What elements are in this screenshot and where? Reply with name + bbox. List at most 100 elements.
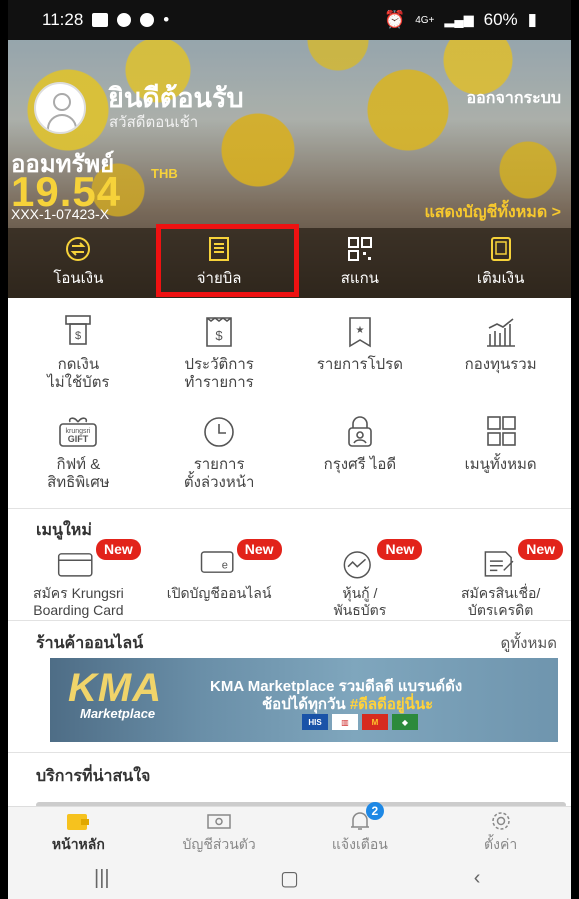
gallery-icon: [92, 13, 109, 27]
gift-icon: krungsri GIFT: [55, 412, 101, 452]
battery-icon: ▮: [527, 10, 537, 29]
home-button[interactable]: ▢: [259, 866, 319, 891]
services-title: บริการที่น่าสนใจ: [36, 768, 151, 785]
dot-icon: •: [163, 10, 170, 29]
new-menu-label-line2: บัตรเครดิต: [467, 602, 534, 618]
svg-text:$: $: [75, 330, 81, 342]
new-menu-grid: New สมัคร Krungsri Boarding Card e New เ…: [8, 539, 571, 619]
new-menu-label-line1: หุ้นกู้ /: [342, 585, 378, 601]
tab-label: บัญชีส่วนตัว: [182, 835, 256, 852]
menu-label-line1: ประวัติการ: [184, 356, 254, 373]
divider: [8, 508, 571, 509]
menu-transaction-history[interactable]: $ ประวัติการ ทำรายการ: [149, 312, 290, 392]
menu-label-line2: ทำรายการ: [184, 374, 254, 391]
balance-currency: THB: [151, 166, 178, 181]
recent-apps-button[interactable]: |||: [72, 867, 132, 890]
receipt-icon: $: [196, 312, 242, 352]
app-screen: 11:28 • ⏰ 4G+ ▂▄▆ 60% ▮ ยินดีต้อนรับ สวั…: [8, 0, 571, 899]
new-menu-label-line1: สมัครสินเชื่อ/: [460, 585, 541, 601]
banner-subline: ช้อปได้ทุกวัน #ดีลดีอยู่นี่นะ: [262, 696, 434, 713]
avatar[interactable]: [34, 82, 86, 134]
brand-logos: HIS ▥ M ◆: [302, 714, 418, 730]
menu-label-line2: สิทธิพิเศษ: [47, 474, 110, 491]
new-badge: New: [518, 539, 563, 560]
all-menu-icon: [478, 412, 524, 452]
svg-text:e: e: [222, 560, 228, 572]
topup-icon: [487, 236, 515, 262]
menu-scheduled-transactions[interactable]: รายการ ตั้งล่วงหน้า: [149, 412, 290, 492]
quick-action-label: โอนเงิน: [53, 270, 104, 287]
quick-action-topup[interactable]: เติมเงิน: [430, 228, 571, 298]
quick-action-transfer[interactable]: โอนเงิน: [8, 228, 149, 298]
new-badge: New: [377, 539, 423, 560]
menu-cardless-withdrawal[interactable]: $ กดเงิน ไม่ใช้บัตร: [8, 312, 149, 392]
menu-label-line1: รายการ: [193, 456, 245, 473]
menu-label-line1: รายการโปรด: [316, 356, 403, 373]
new-badge: New: [95, 539, 141, 560]
kma-marketplace-banner[interactable]: KMA Marketplace KMA Marketplace รวมดีลดี…: [50, 658, 558, 742]
loan-form-icon: [478, 545, 524, 581]
new-menu-label-line1: เปิดบัญชีออนไลน์: [166, 585, 272, 601]
line-icon: [140, 13, 155, 27]
menu-label-line1: กองทุนรวม: [464, 356, 537, 373]
kma-logo: KMA: [68, 666, 163, 710]
quick-action-scan[interactable]: สแกน: [290, 228, 431, 298]
android-nav-bar: ||| ▢ ‹: [8, 858, 571, 899]
menu-mutual-funds[interactable]: กองทุนรวม: [430, 312, 571, 392]
kma-logo-subtitle: Marketplace: [80, 706, 156, 721]
status-bar: 11:28 • ⏰ 4G+ ▂▄▆ 60% ▮: [8, 0, 571, 40]
bond-chart-icon: [337, 545, 383, 581]
qr-scan-icon: [346, 236, 374, 262]
new-menu-loan-credit-card[interactable]: New สมัครสินเชื่อ/ บัตรเครดิต: [430, 539, 571, 619]
account-number: XXX-1-07423-X: [11, 206, 110, 222]
transfer-icon: [64, 236, 92, 262]
tab-label: ตั้งค่า: [484, 835, 518, 852]
tab-label: แจ้งเตือน: [331, 835, 388, 852]
menu-label-line1: เมนูทั้งหมด: [464, 456, 537, 473]
menu-favorites[interactable]: ★ รายการโปรด: [290, 312, 431, 392]
new-menu-label-line1: สมัคร Krungsri: [33, 585, 124, 601]
new-menu-boarding-card[interactable]: New สมัคร Krungsri Boarding Card: [8, 539, 149, 619]
logout-link[interactable]: ออกจากระบบ: [467, 86, 561, 111]
online-shop-title: ร้านค้าออนไลน์: [36, 635, 144, 652]
card-icon: [55, 545, 101, 581]
atm-cardless-icon: $: [55, 312, 101, 352]
menu-gifts-privileges[interactable]: krungsri GIFT กิฟท์ & สิทธิพิเศษ: [8, 412, 149, 492]
tab-settings[interactable]: ตั้งค่า: [430, 807, 571, 858]
app-notification-icon: [117, 13, 132, 27]
mcdonalds-logo: M: [362, 714, 388, 730]
favorite-icon: ★: [337, 312, 383, 352]
menu-krungsri-id[interactable]: กรุงศรี ไอดี: [290, 412, 431, 492]
clock-icon: [196, 412, 242, 452]
new-menu-title: เมนูใหม่: [36, 522, 92, 539]
fund-icon: [478, 312, 524, 352]
money-icon: [205, 810, 233, 832]
new-menu-open-account[interactable]: e New เปิดบัญชีออนไลน์: [149, 539, 290, 619]
signal-icon: ▂▄▆: [444, 12, 474, 27]
quick-action-label: เติมเงิน: [476, 270, 525, 287]
show-all-accounts-link[interactable]: แสดงบัญชีทั้งหมด >: [424, 200, 561, 225]
tab-personal-account[interactable]: บัญชีส่วนตัว: [149, 807, 290, 858]
bottom-tab-bar: หน้าหลัก บัญชีส่วนตัว 2 แจ้งเตือน ตั้งค่…: [8, 801, 571, 858]
main-menu-grid: $ กดเงิน ไม่ใช้บัตร $ ประวัติการ ทำรายกา…: [8, 312, 571, 492]
menu-label-line1: กิฟท์ &: [56, 456, 101, 473]
menu-all-menus[interactable]: เมนูทั้งหมด: [430, 412, 571, 492]
bell-icon: 2: [346, 801, 384, 832]
e-account-icon: e: [196, 545, 242, 581]
clock: 11:28: [42, 10, 84, 29]
divider: [8, 752, 571, 753]
see-all-link[interactable]: ดูทั้งหมด: [501, 631, 557, 655]
avatar-body-icon: [47, 114, 77, 132]
new-menu-bonds[interactable]: New หุ้นกู้ / พันธบัตร: [290, 539, 431, 619]
svg-text:★: ★: [355, 325, 364, 336]
back-button[interactable]: ‹: [447, 867, 507, 890]
tab-notifications[interactable]: 2 แจ้งเตือน: [290, 801, 431, 858]
new-menu-label-line2: พันธบัตร: [333, 602, 387, 618]
network-type: 4G+: [415, 14, 435, 26]
menu-label-line2: ตั้งล่วงหน้า: [183, 474, 255, 491]
tab-home[interactable]: หน้าหลัก: [8, 807, 149, 858]
svg-text:$: $: [216, 328, 224, 343]
menu-label-line2: ไม่ใช้บัตร: [47, 374, 110, 391]
svg-text:GIFT: GIFT: [68, 434, 89, 444]
battery-level: 60%: [483, 10, 518, 29]
